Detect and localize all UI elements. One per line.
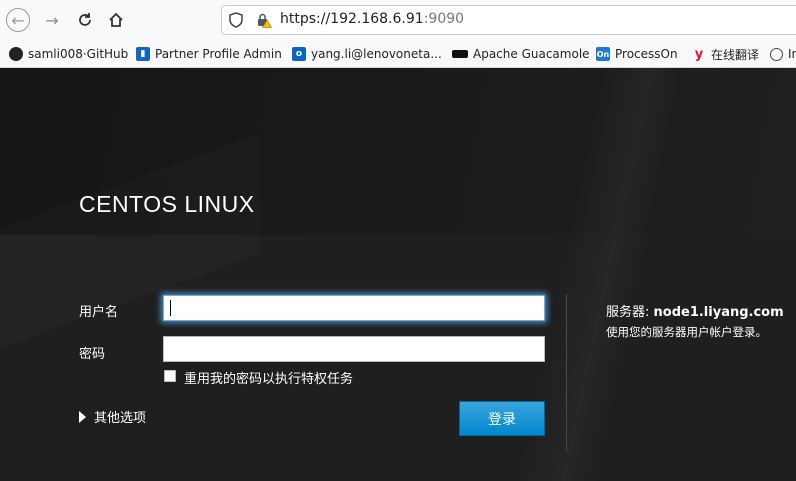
bookmark-label: ProcessOn [615, 47, 678, 61]
server-label: 服务器: [606, 305, 654, 320]
home-icon [109, 12, 123, 27]
password-label: 密码 [79, 347, 106, 362]
bookmark-globe[interactable]: In [770, 46, 796, 62]
bookmark-partner-profile[interactable]: ▮ Partner Profile Admin [136, 46, 282, 62]
password-input[interactable] [163, 336, 545, 362]
forward-button[interactable]: → [40, 8, 64, 32]
server-hostname: node1.liyang.com [653, 305, 784, 320]
bookmark-label: 在线翻译 [711, 47, 760, 62]
brand-title: CENTOS LINUX [79, 191, 255, 217]
url-port: :9090 [423, 11, 465, 27]
server-info: 服务器: node1.liyang.com [606, 301, 784, 320]
other-options-toggle[interactable]: 其他选项 [79, 407, 146, 426]
bookmark-guacamole[interactable]: Apache Guacamole [452, 46, 590, 62]
partner-icon: ▮ [136, 47, 150, 61]
reuse-password-checkbox[interactable] [164, 370, 176, 382]
bookmarks-bar: samli008·GitHub ▮ Partner Profile Admin … [0, 40, 796, 68]
bookmark-github[interactable]: samli008·GitHub [9, 46, 128, 62]
server-hint: 使用您的服务器用户帐户登录。 [606, 325, 767, 339]
bookmark-outlook[interactable]: o yang.li@lenovoneta... [292, 46, 442, 62]
github-icon [9, 47, 23, 61]
text-caret [170, 300, 171, 316]
username-input[interactable] [163, 295, 545, 321]
caret-right-icon [79, 410, 86, 423]
bookmark-label: samli008·GitHub [28, 47, 129, 61]
url-host: https://192.168.6.91 [280, 11, 424, 27]
bookmark-label: Apache Guacamole [473, 47, 590, 61]
url-text[interactable]: https://192.168.6.91:9090 [280, 11, 464, 27]
back-button[interactable]: ← [6, 8, 30, 32]
reload-button[interactable] [73, 8, 97, 32]
guacamole-icon [452, 50, 468, 58]
arrow-left-icon: ← [11, 10, 25, 30]
shield-icon[interactable] [228, 12, 244, 28]
login-button[interactable]: 登录 [459, 401, 545, 436]
bookmark-label: Partner Profile Admin [155, 47, 282, 61]
reuse-password-label[interactable]: 重用我的密码以执行特权任务 [184, 368, 353, 387]
outlook-icon: o [292, 47, 306, 61]
bookmark-label: yang.li@lenovoneta... [311, 47, 442, 61]
bookmark-processon[interactable]: On ProcessOn [596, 46, 678, 62]
youdao-icon: y [694, 46, 704, 62]
vertical-divider [566, 294, 567, 451]
reload-icon [79, 13, 91, 26]
globe-icon [770, 47, 783, 61]
bookmark-label: In [788, 47, 796, 61]
username-label: 用户名 [79, 305, 119, 320]
lock-warning-icon[interactable] [256, 12, 272, 28]
other-options-label: 其他选项 [94, 411, 147, 426]
arrow-right-icon: → [45, 10, 59, 30]
login-page: CENTOS LINUX 用户名 密码 重用我的密码以执行特权任务 其他选项 登… [0, 68, 796, 481]
home-button[interactable] [104, 8, 128, 32]
processon-icon: On [596, 47, 610, 61]
bookmark-youdao[interactable]: y 在线翻译 [692, 46, 759, 62]
browser-toolbar: ← → https://192.168.6.91:9090 [0, 0, 796, 40]
url-bar[interactable]: https://192.168.6.91:9090 [221, 5, 796, 35]
